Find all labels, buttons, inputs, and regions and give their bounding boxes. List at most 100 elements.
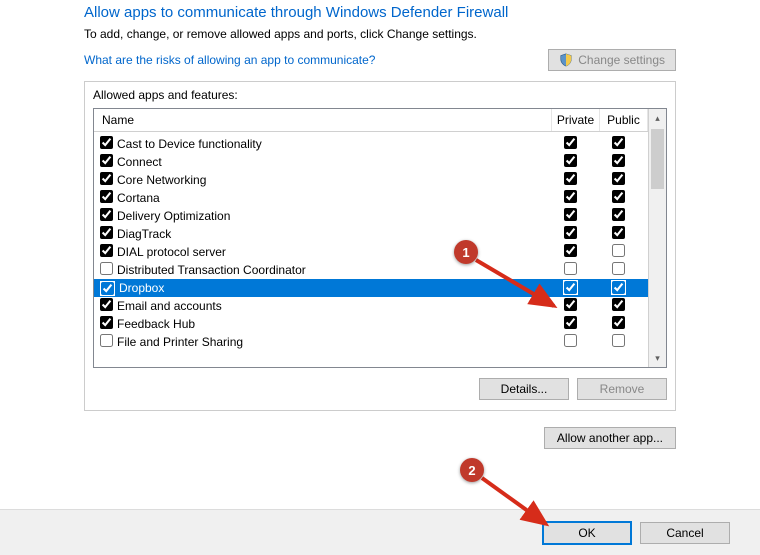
table-row[interactable]: Cast to Device functionality bbox=[94, 135, 648, 153]
row-private-checkbox[interactable] bbox=[564, 154, 577, 167]
row-enabled-checkbox[interactable] bbox=[100, 190, 113, 203]
cancel-button[interactable]: Cancel bbox=[640, 522, 730, 544]
annotation-badge-2: 2 bbox=[460, 458, 484, 482]
row-public-checkbox[interactable] bbox=[612, 190, 625, 203]
row-public-checkbox[interactable] bbox=[612, 226, 625, 239]
col-private[interactable]: Private bbox=[552, 109, 600, 131]
row-private-cell bbox=[546, 154, 594, 170]
remove-button[interactable]: Remove bbox=[577, 378, 667, 400]
row-enabled-checkbox[interactable] bbox=[100, 172, 113, 185]
page-subtext: To add, change, or remove allowed apps a… bbox=[84, 27, 676, 41]
row-public-checkbox[interactable] bbox=[612, 244, 625, 257]
scroll-up-button[interactable]: ▴ bbox=[649, 109, 666, 127]
change-settings-button[interactable]: Change settings bbox=[548, 49, 676, 71]
scroll-track[interactable] bbox=[649, 127, 666, 349]
row-private-checkbox[interactable] bbox=[564, 298, 577, 311]
row-private-cell bbox=[546, 316, 594, 332]
row-enabled-checkbox[interactable] bbox=[100, 334, 113, 347]
row-name: Connect bbox=[117, 155, 546, 169]
row-private-checkbox[interactable] bbox=[564, 262, 577, 275]
row-private-cell bbox=[546, 262, 594, 278]
row-public-cell bbox=[594, 280, 642, 297]
row-enabled-checkbox[interactable] bbox=[101, 282, 114, 295]
row-name: Dropbox bbox=[119, 281, 546, 295]
table-row[interactable]: Cortana bbox=[94, 189, 648, 207]
row-public-checkbox[interactable] bbox=[612, 172, 625, 185]
row-private-cell bbox=[546, 334, 594, 350]
apps-table: Name Private Public Cast to Device funct… bbox=[93, 108, 667, 368]
row-public-checkbox[interactable] bbox=[612, 208, 625, 221]
row-public-cell bbox=[594, 208, 642, 224]
allowed-apps-group: Allowed apps and features: Name Private … bbox=[84, 81, 676, 411]
row-private-checkbox[interactable] bbox=[564, 244, 577, 257]
group-label: Allowed apps and features: bbox=[93, 88, 667, 102]
row-public-checkbox[interactable] bbox=[612, 281, 625, 294]
row-enabled-checkbox[interactable] bbox=[100, 244, 113, 257]
table-row[interactable]: DiagTrack bbox=[94, 225, 648, 243]
row-private-checkbox[interactable] bbox=[564, 226, 577, 239]
row-private-cell bbox=[546, 136, 594, 152]
row-enabled-checkbox[interactable] bbox=[100, 226, 113, 239]
row-public-checkbox[interactable] bbox=[612, 334, 625, 347]
chevron-up-icon: ▴ bbox=[655, 113, 660, 124]
table-row[interactable]: DIAL protocol server bbox=[94, 243, 648, 261]
row-private-checkbox[interactable] bbox=[564, 334, 577, 347]
row-private-checkbox[interactable] bbox=[564, 136, 577, 149]
row-private-checkbox[interactable] bbox=[564, 208, 577, 221]
row-private-cell bbox=[546, 190, 594, 206]
scroll-thumb[interactable] bbox=[651, 129, 664, 189]
table-row[interactable]: File and Printer Sharing bbox=[94, 333, 648, 351]
col-public[interactable]: Public bbox=[600, 109, 648, 131]
row-enabled-checkbox[interactable] bbox=[100, 316, 113, 329]
row-public-checkbox[interactable] bbox=[612, 298, 625, 311]
table-body: Cast to Device functionality Connect Core … bbox=[94, 135, 648, 367]
row-private-checkbox[interactable] bbox=[564, 190, 577, 203]
row-public-checkbox[interactable] bbox=[612, 154, 625, 167]
row-private-cell bbox=[546, 280, 594, 297]
row-enabled-checkbox[interactable] bbox=[100, 262, 113, 275]
row-public-checkbox[interactable] bbox=[612, 316, 625, 329]
table-row[interactable]: Dropbox bbox=[94, 279, 648, 297]
row-private-cell bbox=[546, 226, 594, 242]
row-public-checkbox[interactable] bbox=[612, 262, 625, 275]
row-private-checkbox[interactable] bbox=[564, 172, 577, 185]
shield-icon bbox=[559, 53, 573, 67]
row-enabled-checkbox[interactable] bbox=[100, 208, 113, 221]
row-name: DIAL protocol server bbox=[117, 245, 546, 259]
table-header: Name Private Public bbox=[94, 109, 666, 132]
table-row[interactable]: Distributed Transaction Coordinator bbox=[94, 261, 648, 279]
row-private-cell bbox=[546, 208, 594, 224]
row-name: File and Printer Sharing bbox=[117, 335, 546, 349]
table-row[interactable]: Connect bbox=[94, 153, 648, 171]
row-private-checkbox[interactable] bbox=[564, 316, 577, 329]
row-public-checkbox[interactable] bbox=[612, 136, 625, 149]
ok-button[interactable]: OK bbox=[542, 521, 632, 545]
risks-link[interactable]: What are the risks of allowing an app to… bbox=[84, 53, 375, 67]
row-public-cell bbox=[594, 244, 642, 260]
row-enabled-checkbox[interactable] bbox=[100, 136, 113, 149]
scroll-down-button[interactable]: ▾ bbox=[649, 349, 666, 367]
details-button[interactable]: Details... bbox=[479, 378, 569, 400]
table-row[interactable]: Core Networking bbox=[94, 171, 648, 189]
row-public-cell bbox=[594, 136, 642, 152]
change-settings-label: Change settings bbox=[578, 53, 665, 67]
scrollbar[interactable]: ▴ ▾ bbox=[648, 109, 666, 367]
row-private-checkbox[interactable] bbox=[564, 281, 577, 294]
row-name: Distributed Transaction Coordinator bbox=[117, 263, 546, 277]
row-enabled-checkbox[interactable] bbox=[100, 154, 113, 167]
dialog-footer: OK Cancel bbox=[0, 509, 760, 555]
col-name[interactable]: Name bbox=[94, 109, 552, 131]
row-name: Email and accounts bbox=[117, 299, 546, 313]
table-row[interactable]: Feedback Hub bbox=[94, 315, 648, 333]
row-enabled-checkbox[interactable] bbox=[100, 298, 113, 311]
table-row[interactable]: Email and accounts bbox=[94, 297, 648, 315]
row-private-cell bbox=[546, 172, 594, 188]
allow-another-app-button[interactable]: Allow another app... bbox=[544, 427, 676, 449]
table-row[interactable]: Delivery Optimization bbox=[94, 207, 648, 225]
row-public-cell bbox=[594, 190, 642, 206]
row-name: Cortana bbox=[117, 191, 546, 205]
row-public-cell bbox=[594, 226, 642, 242]
row-public-cell bbox=[594, 154, 642, 170]
row-name: DiagTrack bbox=[117, 227, 546, 241]
row-name: Core Networking bbox=[117, 173, 546, 187]
